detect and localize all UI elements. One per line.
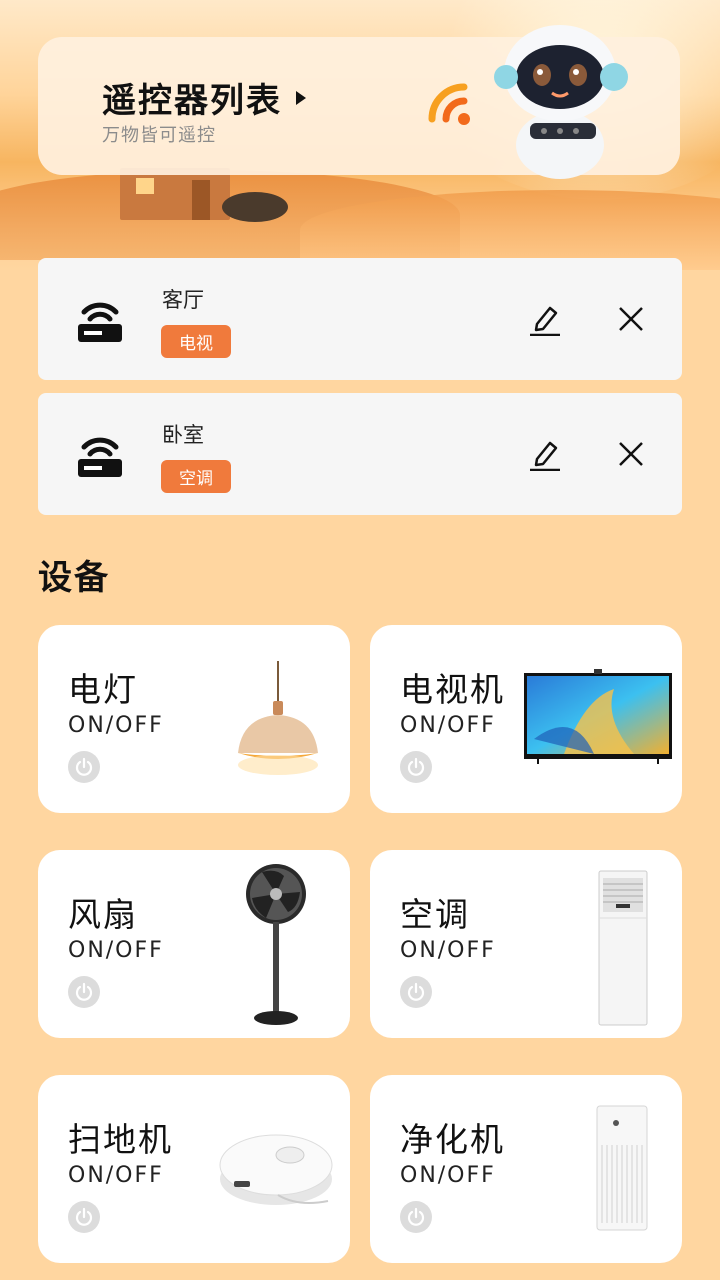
remote-type-badge: 电视 <box>161 325 231 358</box>
power-button[interactable] <box>400 976 432 1008</box>
device-status-label: ON/OFF <box>68 938 164 963</box>
device-card-fan[interactable]: 风扇 ON/OFF <box>38 850 350 1038</box>
standing-fan-icon <box>246 864 306 1025</box>
router-icon <box>78 437 122 477</box>
power-button[interactable] <box>400 1201 432 1233</box>
remote-list-title-link[interactable]: 遥控器列表 <box>102 73 306 122</box>
page-title: 遥控器列表 <box>102 81 282 121</box>
close-icon[interactable] <box>616 304 646 334</box>
device-status-label: ON/OFF <box>400 938 496 963</box>
devices-section-title: 设备 <box>38 558 110 598</box>
power-button[interactable] <box>68 751 100 783</box>
device-name: 电灯 <box>68 670 138 709</box>
television-icon <box>524 669 672 764</box>
power-button[interactable] <box>68 1201 100 1233</box>
router-icon <box>78 302 122 342</box>
device-card-light[interactable]: 电灯 ON/OFF <box>38 625 350 813</box>
power-icon <box>75 1207 93 1226</box>
device-name: 电视机 <box>400 670 505 709</box>
remote-name: 卧室 <box>162 423 204 447</box>
device-name: 净化机 <box>400 1120 505 1159</box>
triangle-right-icon <box>296 90 306 105</box>
power-icon <box>75 982 93 1001</box>
remote-type-badge: 空调 <box>161 460 231 493</box>
device-status-label: ON/OFF <box>400 1163 496 1188</box>
air-purifier-icon <box>596 1105 648 1231</box>
signal-wave-icon <box>428 83 470 125</box>
remote-item-living-room[interactable]: 客厅 电视 <box>38 258 682 380</box>
power-button[interactable] <box>68 976 100 1008</box>
power-icon <box>407 982 425 1001</box>
device-card-tv[interactable]: 电视机 ON/OFF <box>370 625 682 813</box>
device-name: 空调 <box>400 895 470 934</box>
remote-name: 客厅 <box>162 288 204 312</box>
robot-mascot-icon <box>494 25 628 179</box>
pendant-lamp-icon <box>238 661 318 775</box>
device-name: 风扇 <box>68 895 138 934</box>
device-status-label: ON/OFF <box>68 713 164 738</box>
device-card-air-conditioner[interactable]: 空调 ON/OFF <box>370 850 682 1038</box>
device-name: 扫地机 <box>68 1120 173 1159</box>
remote-list-header-card[interactable]: 遥控器列表 万物皆可遥控 <box>38 25 680 179</box>
device-status-label: ON/OFF <box>400 713 496 738</box>
house-illustration <box>120 168 230 220</box>
remote-item-bedroom[interactable]: 卧室 空调 <box>38 393 682 515</box>
robot-vacuum-icon <box>219 1134 333 1205</box>
pencil-edit-icon[interactable] <box>528 437 562 471</box>
power-icon <box>407 1207 425 1226</box>
close-icon[interactable] <box>616 439 646 469</box>
air-conditioner-icon <box>598 870 648 1026</box>
page-subtitle: 万物皆可遥控 <box>102 125 216 146</box>
device-card-robot-vacuum[interactable]: 扫地机 ON/OFF <box>38 1075 350 1263</box>
power-icon <box>407 757 425 776</box>
power-button[interactable] <box>400 751 432 783</box>
power-icon <box>75 757 93 776</box>
device-card-air-purifier[interactable]: 净化机 ON/OFF <box>370 1075 682 1263</box>
pencil-edit-icon[interactable] <box>528 302 562 336</box>
device-status-label: ON/OFF <box>68 1163 164 1188</box>
